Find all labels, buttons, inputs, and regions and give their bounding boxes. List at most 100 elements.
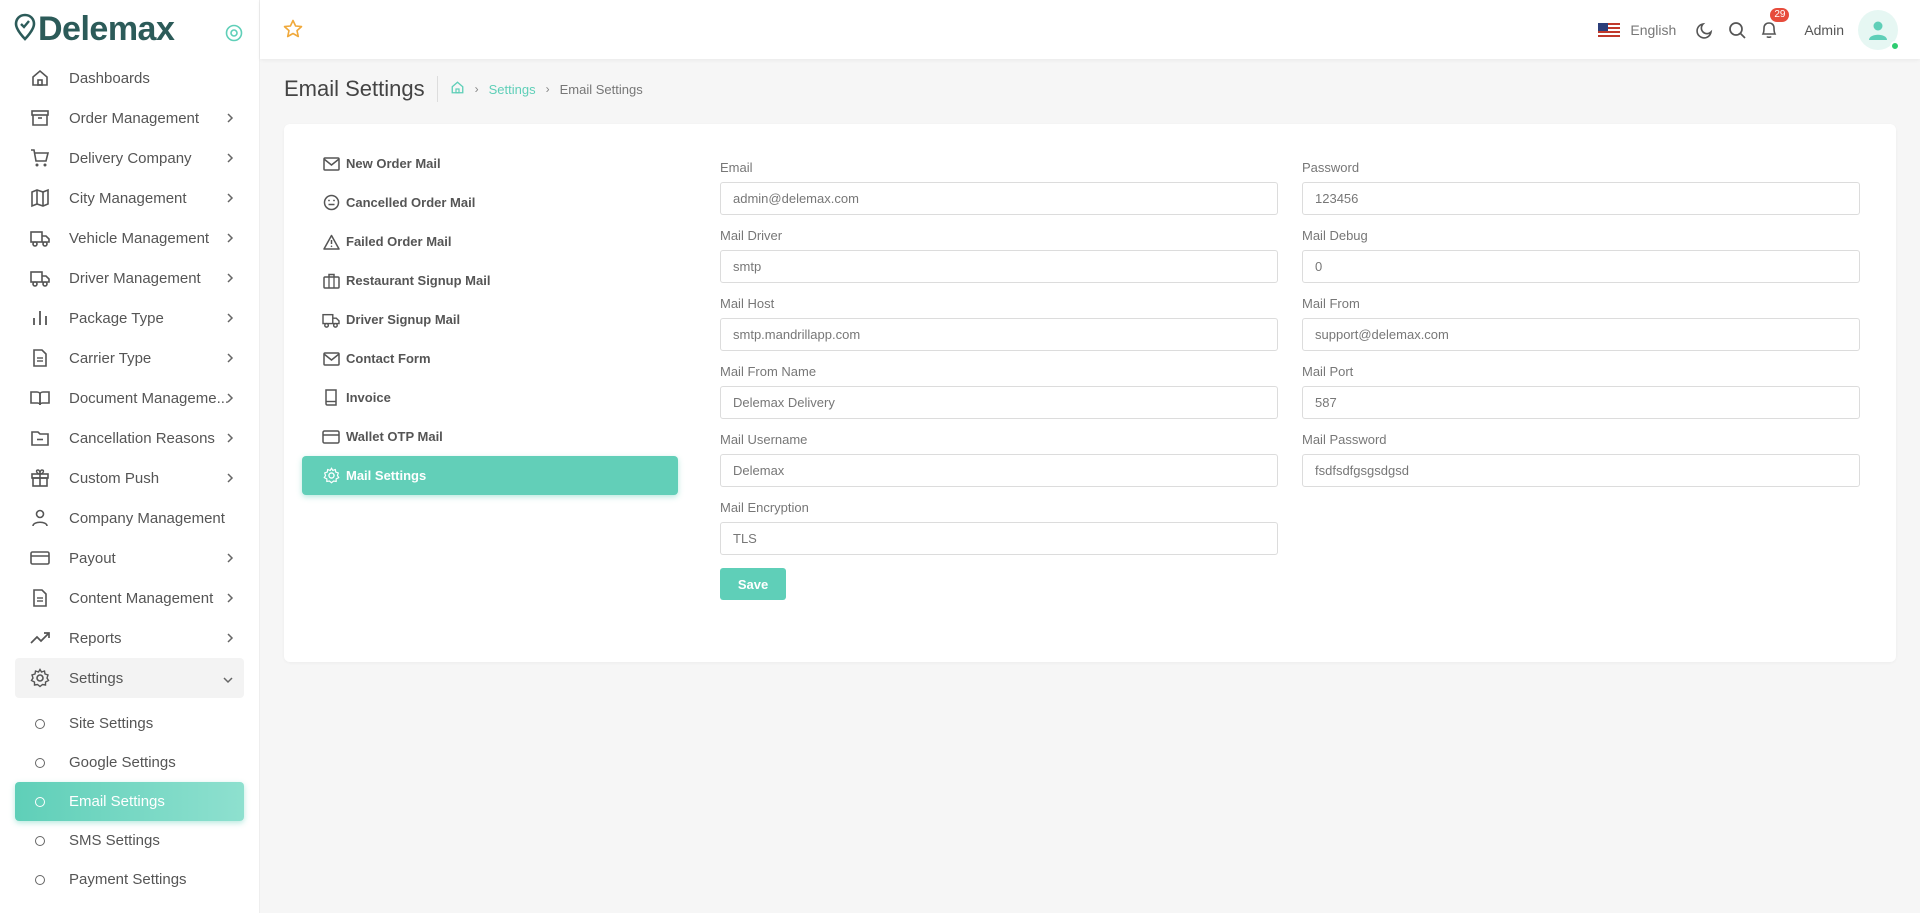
- notification-badge: 29: [1770, 8, 1790, 22]
- circle-bullet-icon: [35, 757, 45, 768]
- sidebar-item-vehicle-management[interactable]: Vehicle Management: [15, 218, 244, 258]
- chevron-right-icon: ›: [474, 82, 479, 96]
- mail-port-field[interactable]: 587: [1302, 386, 1860, 419]
- sidebar-subitem-site-settings[interactable]: Site Settings: [15, 704, 244, 743]
- mail-from-field[interactable]: support@delemax.com: [1302, 318, 1860, 351]
- mail-icon: [322, 155, 340, 173]
- email-label: Email: [720, 160, 753, 175]
- top-header: English 29 Admin: [260, 0, 1920, 59]
- avatar[interactable]: [1858, 9, 1900, 51]
- sidebar-item-dashboards[interactable]: Dashboards: [15, 58, 244, 98]
- sidebar-subitem-sms-settings[interactable]: SMS Settings: [15, 821, 244, 860]
- sidebar-item-custom-push[interactable]: Custom Push: [15, 458, 244, 498]
- mail-encryption-label: Mail Encryption: [720, 500, 809, 515]
- circle-bullet-icon: [35, 796, 45, 807]
- sidebar-item-carrier-type[interactable]: Carrier Type: [15, 338, 244, 378]
- save-button[interactable]: Save: [720, 568, 786, 600]
- sidebar-toggle-icon[interactable]: [225, 24, 243, 47]
- sidebar-subitem-email-settings[interactable]: Email Settings: [15, 782, 244, 821]
- mail-username-field[interactable]: Delemax: [720, 454, 1278, 487]
- truck-icon: [322, 311, 340, 329]
- tab-label: Driver Signup Mail: [346, 312, 461, 327]
- sidebar-item-order-management[interactable]: Order Management: [15, 98, 244, 138]
- sidebar-subitem-label: Payment Settings: [69, 871, 187, 888]
- tab-driver-signup-mail[interactable]: Driver Signup Mail: [302, 300, 678, 339]
- sidebar-item-city-management[interactable]: City Management: [15, 178, 244, 218]
- tab-label: Cancelled Order Mail: [346, 195, 476, 210]
- sidebar-item-company-management[interactable]: Company Management: [15, 498, 244, 538]
- mail-driver-label: Mail Driver: [720, 228, 783, 243]
- home-icon[interactable]: [450, 80, 465, 98]
- mail-debug-field[interactable]: 0: [1302, 250, 1860, 283]
- sidebar-item-payout[interactable]: Payout: [15, 538, 244, 578]
- tab-invoice[interactable]: Invoice: [302, 378, 678, 417]
- tab-label: Contact Form: [346, 351, 431, 366]
- tab-failed-order-mail[interactable]: Failed Order Mail: [302, 222, 678, 261]
- tab-restaurant-signup-mail[interactable]: Restaurant Signup Mail: [302, 261, 678, 300]
- sidebar-item-content-management[interactable]: Content Management: [15, 578, 244, 618]
- sidebar-subitem-label: Site Settings: [69, 715, 154, 732]
- sidebar-subitem-label: SMS Settings: [69, 832, 160, 849]
- us-flag-icon[interactable]: [1598, 22, 1621, 37]
- sidebar-subitem-google-settings[interactable]: Google Settings: [15, 743, 244, 782]
- tab-mail-settings[interactable]: Mail Settings: [302, 456, 678, 495]
- circle-bullet-icon: [35, 835, 45, 846]
- password-field[interactable]: 123456: [1302, 182, 1860, 215]
- mail-driver-field-group: Mail Driver smtp: [720, 228, 1278, 283]
- sidebar-item-label: Cancellation Reasons: [69, 429, 215, 447]
- tab-label: New Order Mail: [346, 156, 441, 171]
- sidebar-subitem-label: Email Settings: [69, 793, 165, 810]
- language-selector[interactable]: English: [1630, 22, 1676, 38]
- briefcase-icon: [322, 272, 340, 290]
- sidebar-subitem-payment-settings[interactable]: Payment Settings: [15, 860, 244, 899]
- star-icon[interactable]: [283, 19, 303, 44]
- logo-pin-icon: [14, 13, 36, 46]
- online-status-dot: [1890, 40, 1900, 51]
- moon-icon[interactable]: [1696, 21, 1714, 39]
- chevron-down-icon: [222, 671, 234, 688]
- breadcrumb-settings-link[interactable]: Settings: [489, 82, 536, 97]
- sidebar-nav: Dashboards Order Management Delivery Com…: [0, 58, 259, 899]
- tab-wallet-otp-mail[interactable]: Wallet OTP Mail: [302, 417, 678, 456]
- mail-password-field[interactable]: fsdfsdfgsgsdgsd: [1302, 454, 1860, 487]
- mail-host-label: Mail Host: [720, 296, 775, 311]
- mail-from-field-group: Mail From support@delemax.com: [1302, 296, 1860, 351]
- tab-contact-form[interactable]: Contact Form: [302, 339, 678, 378]
- sidebar-item-driver-management[interactable]: Driver Management: [15, 258, 244, 298]
- sidebar-item-package-type[interactable]: Package Type: [15, 298, 244, 338]
- sidebar-item-settings[interactable]: Settings: [15, 658, 244, 698]
- home-icon: [29, 67, 51, 89]
- circle-bullet-icon: [35, 874, 45, 885]
- map-icon: [29, 187, 51, 209]
- sidebar-item-document-management[interactable]: Document Manageme...: [15, 378, 244, 418]
- search-icon[interactable]: [1728, 21, 1746, 39]
- chevron-right-icon: [226, 631, 234, 648]
- tab-cancelled-order-mail[interactable]: Cancelled Order Mail: [302, 183, 678, 222]
- file-text-icon: [29, 587, 51, 609]
- tab-label: Failed Order Mail: [346, 234, 452, 249]
- user-name[interactable]: Admin: [1804, 22, 1844, 38]
- mail-driver-field[interactable]: smtp: [720, 250, 1278, 283]
- mail-host-field[interactable]: smtp.mandrillapp.com: [720, 318, 1278, 351]
- password-label: Password: [1302, 160, 1360, 175]
- sidebar-item-label: Custom Push: [69, 469, 160, 487]
- tab-new-order-mail[interactable]: New Order Mail: [302, 144, 678, 183]
- chevron-right-icon: [226, 311, 234, 328]
- sidebar-item-label: City Management: [69, 189, 187, 207]
- mail-from-name-label: Mail From Name: [720, 364, 817, 379]
- chevron-right-icon: [226, 471, 234, 488]
- chevron-right-icon: [226, 591, 234, 608]
- mail-encryption-field[interactable]: TLS: [720, 522, 1278, 555]
- sidebar-item-delivery-company[interactable]: Delivery Company: [15, 138, 244, 178]
- sidebar-item-label: Order Management: [69, 109, 200, 127]
- sidebar-item-label: Content Management: [69, 589, 214, 607]
- mail-from-name-field[interactable]: Delemax Delivery: [720, 386, 1278, 419]
- bell-icon[interactable]: 29: [1760, 8, 1790, 39]
- tab-label: Wallet OTP Mail: [346, 429, 443, 444]
- email-field[interactable]: admin@delemax.com: [720, 182, 1278, 215]
- sidebar-item-reports[interactable]: Reports: [15, 618, 244, 658]
- sidebar-item-cancellation-reasons[interactable]: Cancellation Reasons: [15, 418, 244, 458]
- sidebar-item-label: Company Management: [69, 509, 225, 527]
- email-template-tabs: New Order Mail Cancelled Order Mail Fail…: [302, 144, 678, 495]
- sidebar-item-label: Payout: [69, 549, 116, 567]
